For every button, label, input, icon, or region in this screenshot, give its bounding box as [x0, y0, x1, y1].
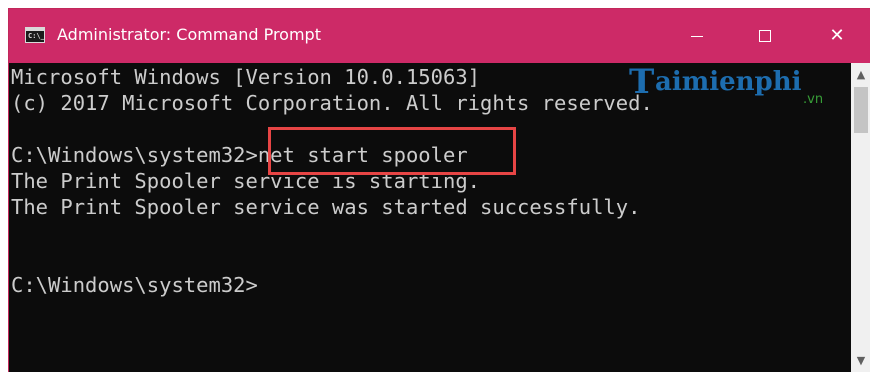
- cmd-icon-bar: [26, 28, 44, 31]
- command-highlight-box: [268, 127, 516, 175]
- chevron-up-icon[interactable]: ▲: [851, 65, 870, 85]
- minimize-button[interactable]: [665, 9, 727, 63]
- watermark-t: T: [629, 63, 655, 102]
- maximize-button[interactable]: [734, 9, 796, 63]
- minimize-icon: [691, 36, 703, 37]
- console-output[interactable]: Microsoft Windows [Version 10.0.15063] (…: [9, 63, 851, 372]
- watermark-vn: .vn: [803, 92, 824, 107]
- vertical-scrollbar[interactable]: ▲ ▼: [851, 63, 870, 372]
- window-title: Administrator: Command Prompt: [57, 25, 321, 44]
- console-line: The Print Spooler service was started su…: [11, 195, 641, 219]
- close-icon: ✕: [829, 25, 845, 46]
- close-button[interactable]: ✕: [806, 9, 868, 63]
- console-line: (c) 2017 Microsoft Corporation. All righ…: [11, 91, 653, 115]
- watermark-text: aimienphi: [655, 67, 802, 97]
- command-prompt-window: C:\_ Administrator: Command Prompt ✕ Mic…: [8, 8, 870, 372]
- cmd-icon-text: C:\_: [28, 32, 45, 40]
- chevron-down-icon[interactable]: ▼: [851, 351, 870, 371]
- maximize-icon: [759, 30, 771, 42]
- cmd-icon[interactable]: C:\_: [25, 27, 45, 43]
- title-bar[interactable]: C:\_ Administrator: Command Prompt ✕: [9, 9, 870, 63]
- console-prompt: C:\Windows\system32>: [11, 273, 258, 297]
- scrollbar-thumb[interactable]: [854, 87, 868, 133]
- console-line: Microsoft Windows [Version 10.0.15063]: [11, 65, 480, 89]
